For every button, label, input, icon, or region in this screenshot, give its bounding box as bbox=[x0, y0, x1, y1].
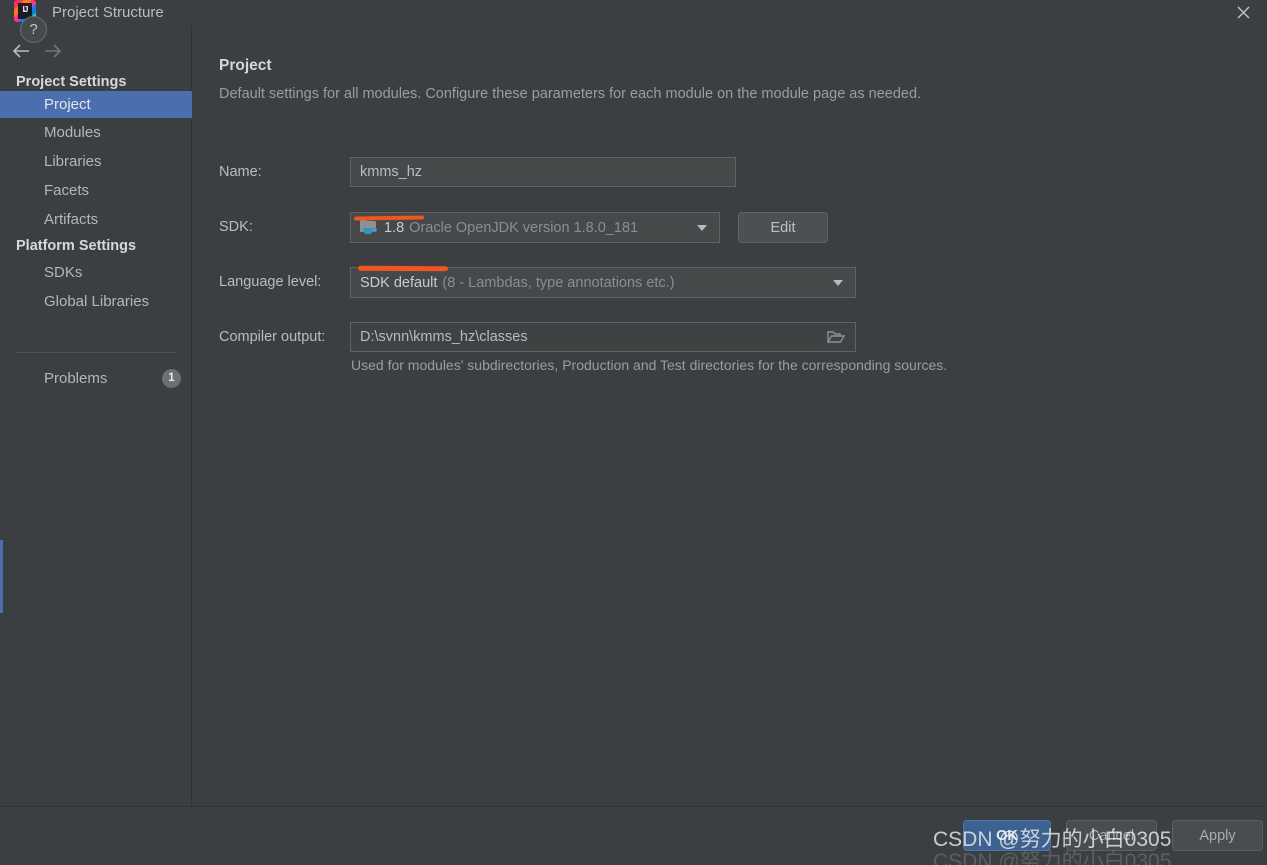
page-description: Default settings for all modules. Config… bbox=[219, 86, 922, 102]
name-label: Name: bbox=[219, 164, 262, 180]
title-bar: IJ Project Structure bbox=[0, 0, 1267, 25]
language-level-label: Language level: bbox=[219, 274, 322, 290]
language-level-combobox[interactable]: SDK default (8 - Lambdas, type annotatio… bbox=[350, 267, 856, 298]
apply-button[interactable]: Apply bbox=[1172, 820, 1263, 851]
sidebar: Project Settings Project Modules Librari… bbox=[0, 25, 192, 806]
compiler-output-hint: Used for modules' subdirectories, Produc… bbox=[351, 357, 948, 373]
sidebar-item-libraries[interactable]: Libraries bbox=[0, 148, 192, 175]
name-input[interactable]: kmms_hz bbox=[350, 157, 736, 187]
ok-button[interactable]: OK bbox=[963, 820, 1051, 851]
language-level-value: SDK default bbox=[360, 274, 438, 291]
arrow-right-icon[interactable] bbox=[38, 38, 68, 64]
annotation-underline-language-level bbox=[357, 265, 449, 271]
sidebar-item-sdks[interactable]: SDKs bbox=[0, 259, 192, 286]
chevron-down-icon[interactable] bbox=[833, 279, 843, 286]
main-panel: Project Default settings for all modules… bbox=[193, 25, 1267, 806]
vertical-scrollbar-thumb[interactable] bbox=[0, 540, 3, 613]
page-title: Project bbox=[219, 57, 272, 74]
sidebar-item-global-libraries[interactable]: Global Libraries bbox=[0, 288, 192, 315]
sidebar-item-problems-label: Problems bbox=[44, 370, 108, 387]
sidebar-item-artifacts[interactable]: Artifacts bbox=[0, 206, 192, 233]
compiler-output-label: Compiler output: bbox=[219, 329, 326, 345]
project-structure-dialog: IJ Project Structure Project Settings Pr… bbox=[0, 0, 1267, 865]
language-level-detail: (8 - Lambdas, type annotations etc.) bbox=[442, 274, 675, 291]
sidebar-item-problems[interactable]: Problems 1 bbox=[0, 365, 192, 392]
edit-sdk-button[interactable]: Edit bbox=[738, 212, 828, 243]
chevron-down-icon[interactable] bbox=[697, 224, 707, 231]
sdk-label: SDK: bbox=[219, 219, 253, 235]
sdk-detail-text: Oracle OpenJDK version 1.8.0_181 bbox=[409, 219, 639, 236]
close-icon[interactable] bbox=[1227, 0, 1259, 25]
compiler-output-input[interactable]: D:\svnn\kmms_hz\classes bbox=[350, 322, 856, 352]
sidebar-item-modules[interactable]: Modules bbox=[0, 119, 192, 146]
cancel-button[interactable]: Cancel bbox=[1066, 820, 1157, 851]
folder-browse-icon[interactable] bbox=[826, 330, 846, 344]
sidebar-item-facets[interactable]: Facets bbox=[0, 177, 192, 204]
problems-count-badge: 1 bbox=[162, 369, 181, 388]
sidebar-divider bbox=[16, 352, 176, 353]
sdk-version-text: 1.8 bbox=[384, 219, 405, 236]
sidebar-group-platform-settings: Platform Settings bbox=[16, 238, 137, 254]
window-title: Project Structure bbox=[52, 4, 164, 21]
jdk-folder-icon bbox=[360, 219, 378, 236]
sidebar-item-project[interactable]: Project bbox=[0, 91, 192, 118]
help-button[interactable]: ? bbox=[20, 16, 47, 43]
compiler-output-value: D:\svnn\kmms_hz\classes bbox=[360, 329, 528, 345]
